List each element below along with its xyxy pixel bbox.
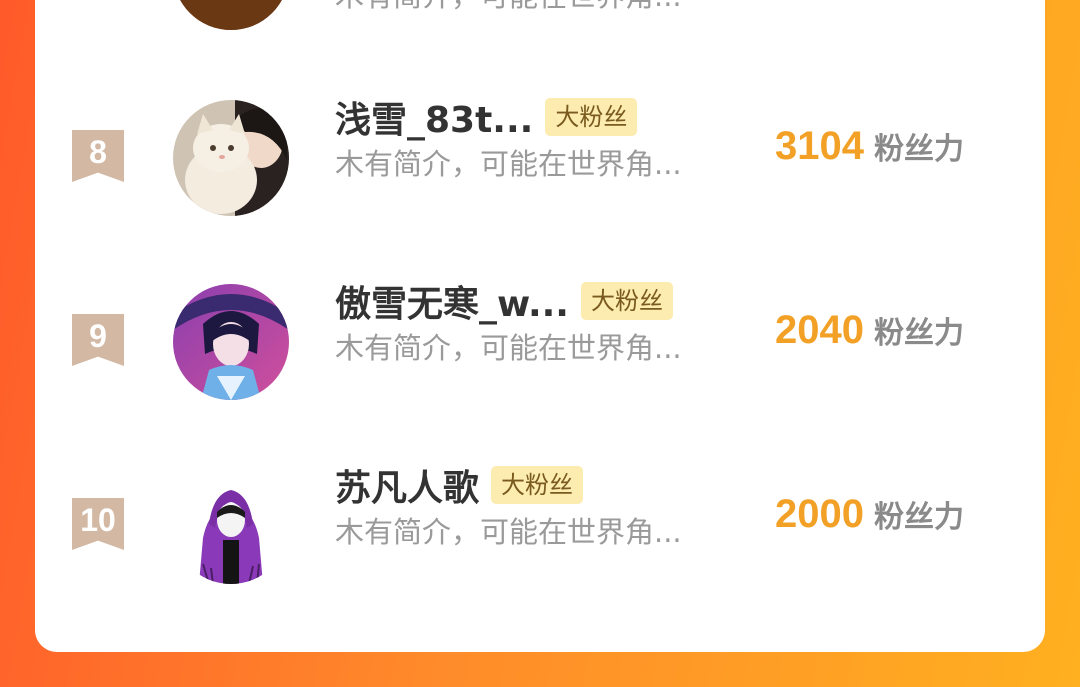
fan-name[interactable]: 傲雪无寒_w...: [335, 275, 569, 327]
rank-number: 10: [80, 502, 116, 538]
fan-description: 木有简介，可能在世界角...: [335, 147, 682, 181]
fan-name-line: 浅雪_83t... 大粉丝: [335, 91, 638, 143]
rank-ribbon-icon: 10: [72, 498, 124, 550]
fan-name-line: 傲雪无寒_w... 大粉丝: [335, 276, 673, 326]
fan-description: 木有简介，可能在世界角...: [335, 331, 682, 365]
rank-ribbon-icon: 8: [72, 130, 124, 182]
fan-score-value: 3104: [775, 124, 864, 168]
fan-ranking-card: 木有简介，可能在世界角... 8 浅雪_83t... 大粉丝: [35, 0, 1045, 652]
list-item[interactable]: 10 苏凡人歌 大粉丝 木有简介，可能在世界角... 2000 粉丝力: [35, 458, 1045, 608]
avatar[interactable]: [173, 0, 289, 30]
fan-score-unit: 粉丝力: [873, 500, 964, 535]
fan-level-badge: 大粉丝: [545, 98, 638, 136]
list-item[interactable]: 8 浅雪_83t... 大粉丝 木有简介，可能在世界角... 3104 粉丝力: [35, 90, 1045, 240]
rank-number: 8: [89, 134, 107, 170]
fan-name[interactable]: 浅雪_83t...: [335, 91, 533, 143]
avatar[interactable]: [173, 468, 289, 584]
anime-boy-umbrella-illustration-icon: [173, 284, 289, 400]
fan-name[interactable]: 苏凡人歌: [335, 459, 479, 511]
fan-score: 2000 粉丝力: [775, 492, 985, 537]
fan-description: 木有简介，可能在世界角...: [335, 515, 682, 549]
fan-score-value: 2040: [775, 308, 864, 352]
rank-number: 9: [89, 318, 107, 354]
fan-score-unit: 粉丝力: [873, 132, 964, 167]
purple-hoodie-character-illustration-icon: [173, 468, 289, 584]
kitten-and-girl-photo-icon: [173, 100, 289, 216]
fan-level-badge: 大粉丝: [580, 282, 673, 320]
fan-score: 2040 粉丝力: [775, 308, 985, 353]
fan-score: 3104 粉丝力: [775, 124, 985, 169]
fan-description: 木有简介，可能在世界角...: [335, 0, 682, 14]
fan-name-line: 苏凡人歌 大粉丝: [335, 459, 584, 511]
fan-score-unit: 粉丝力: [873, 316, 964, 351]
avatar[interactable]: [173, 100, 289, 216]
fan-level-badge: 大粉丝: [491, 466, 584, 504]
rank-ribbon-icon: 9: [72, 314, 124, 366]
list-item[interactable]: 9 傲雪无寒_w... 大粉丝 木有简介，可能在世界角... 2040 粉丝力: [35, 274, 1045, 424]
avatar[interactable]: [173, 284, 289, 400]
fan-score-value: 2000: [775, 492, 864, 536]
